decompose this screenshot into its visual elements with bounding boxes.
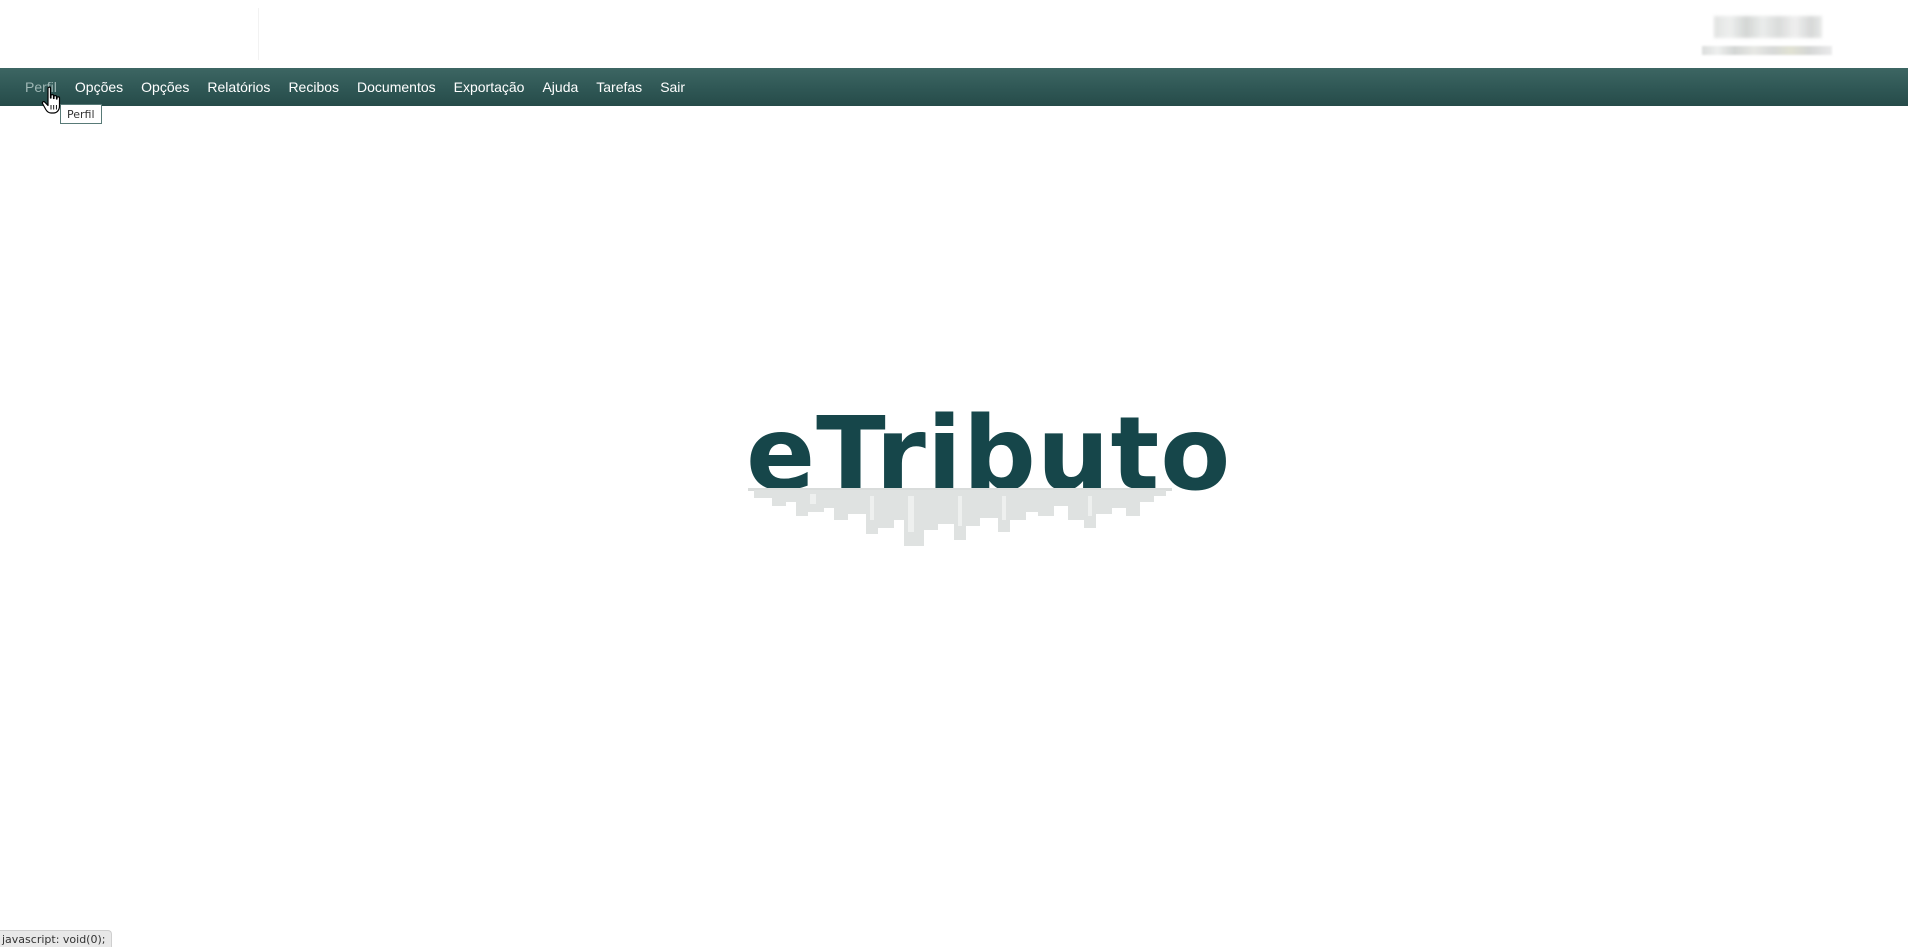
tooltip: Perfil (60, 104, 102, 124)
nav-item-opcoes-2[interactable]: Opções (132, 68, 198, 106)
nav-item-documentos[interactable]: Documentos (348, 68, 445, 106)
nav-item-ajuda[interactable]: Ajuda (533, 68, 587, 106)
nav-item-relatorios[interactable]: Relatórios (198, 68, 279, 106)
etributo-logo: eTributo (740, 400, 1230, 560)
nav-item-tarefas[interactable]: Tarefas (587, 68, 651, 106)
hand-cursor-icon (41, 86, 61, 114)
user-organization-redacted (1702, 46, 1832, 55)
browser-status-bar: javascript: void(0); (0, 930, 113, 947)
main-navbar: Perfil Opções Opções Relatórios Recibos … (0, 68, 1908, 106)
header (0, 0, 1908, 68)
nav-item-exportacao[interactable]: Exportação (445, 68, 534, 106)
page: Perfil Opções Opções Relatórios Recibos … (0, 0, 1908, 947)
user-name-redacted (1714, 16, 1822, 38)
nav-item-opcoes[interactable]: Opções (66, 68, 132, 106)
user-info-redacted[interactable] (1700, 14, 1835, 60)
nav-item-recibos[interactable]: Recibos (279, 68, 348, 106)
city-skyline-reflection-icon (748, 488, 1172, 546)
nav-item-sair[interactable]: Sair (651, 68, 694, 106)
header-divider (258, 8, 259, 60)
